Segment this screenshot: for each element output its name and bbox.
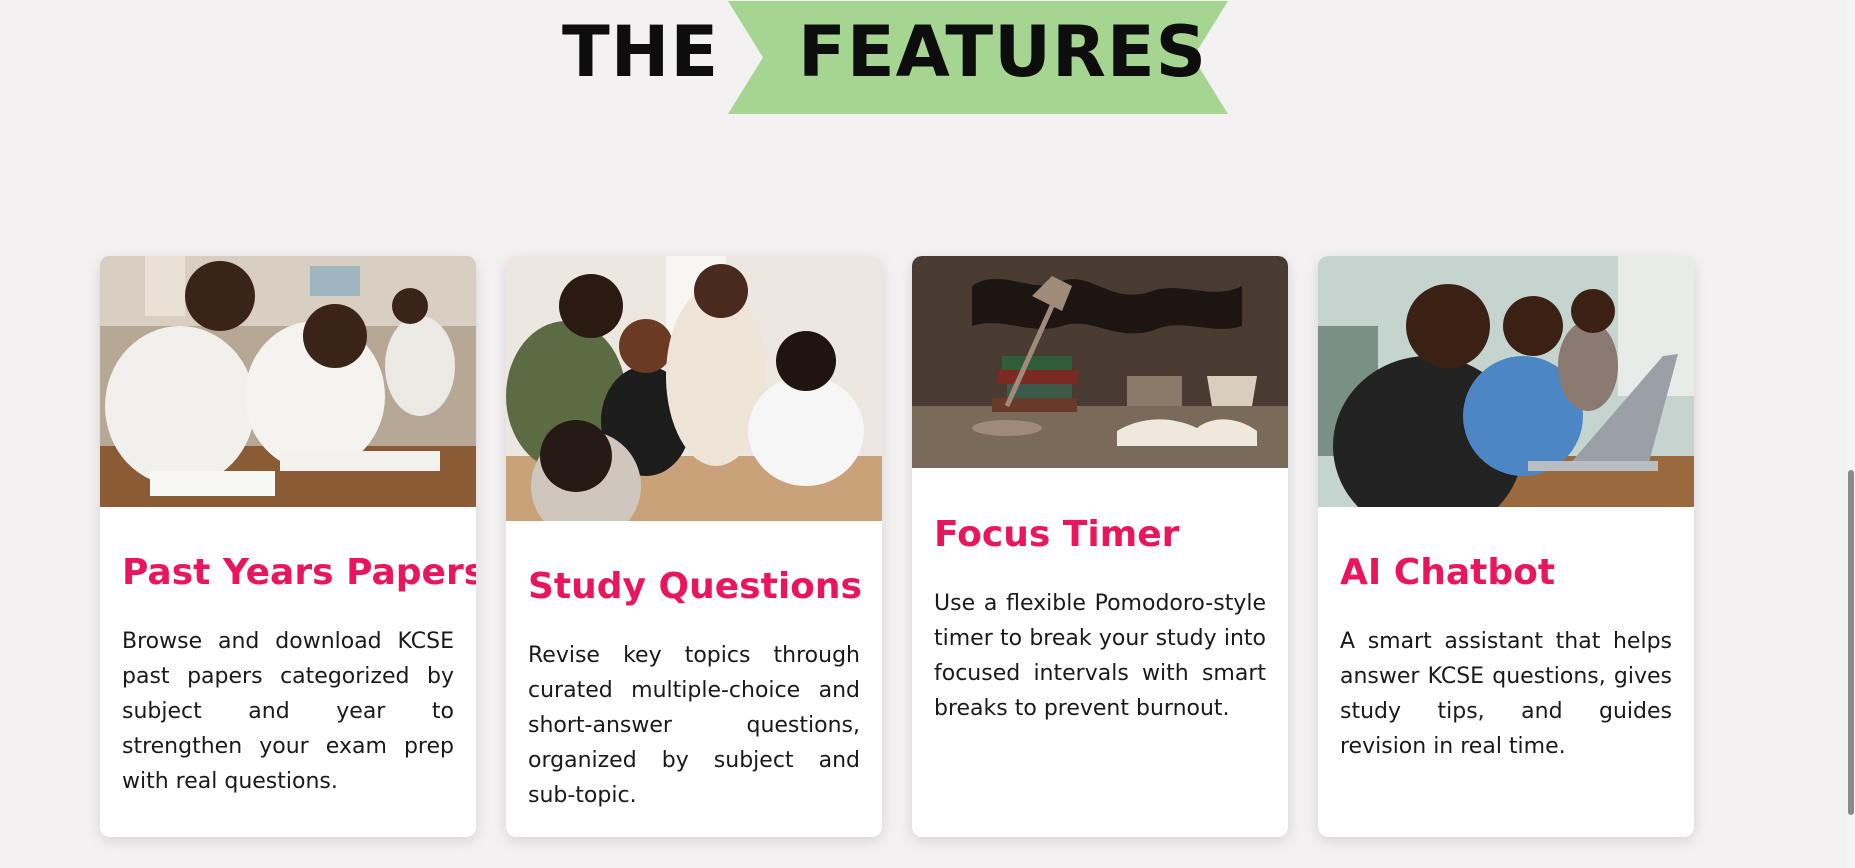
desk-lamp-books-image xyxy=(912,256,1288,468)
heading-the: THE xyxy=(562,11,720,93)
card-description: A smart assistant that helps answer KCSE… xyxy=(1340,629,1672,759)
card-title: Study Questions xyxy=(528,566,862,607)
features-heading: THE FEATURES xyxy=(0,0,1855,120)
card-title: AI Chatbot xyxy=(1340,552,1556,593)
card-description: Revise key topics through curated multip… xyxy=(528,643,860,808)
feature-card-study-questions[interactable]: Study Questions Revise key topics throug… xyxy=(506,256,882,837)
vertical-scrollbar[interactable] xyxy=(1847,0,1855,868)
students-writing-image xyxy=(100,256,476,507)
scrollbar-thumb[interactable] xyxy=(1848,470,1854,815)
card-description: Use a flexible Pomodoro-style timer to b… xyxy=(934,591,1266,721)
feature-card-ai-chatbot[interactable]: AI Chatbot A smart assistant that helps … xyxy=(1318,256,1694,837)
study-group-image xyxy=(506,256,882,521)
card-title: Past Years Papers xyxy=(122,552,476,593)
feature-card-focus-timer[interactable]: Focus Timer Use a flexible Pomodoro-styl… xyxy=(912,256,1288,837)
card-description: Browse and download KCSE past papers cat… xyxy=(122,629,454,794)
feature-card-past-papers[interactable]: Past Years Papers Browse and download KC… xyxy=(100,256,476,837)
card-title: Focus Timer xyxy=(934,514,1180,555)
student-laptop-image xyxy=(1318,256,1694,507)
heading-features: FEATURES xyxy=(798,11,1208,93)
